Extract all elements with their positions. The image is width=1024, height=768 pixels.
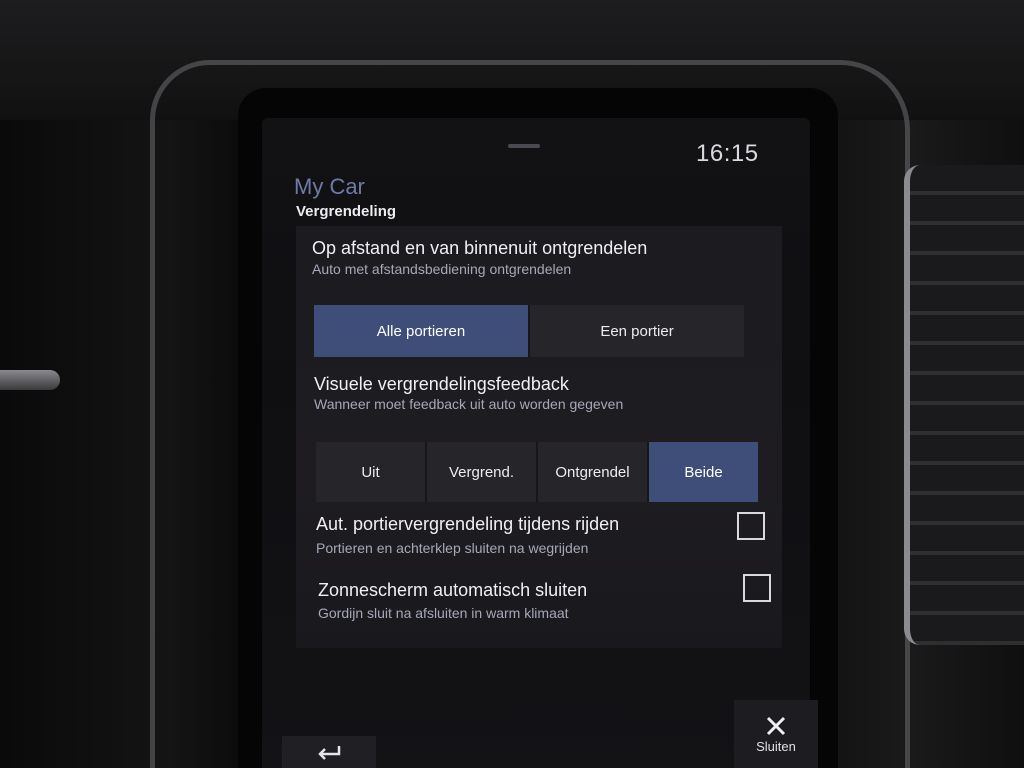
option-one-door[interactable]: Een portier xyxy=(530,305,744,357)
sunshade-checkbox[interactable] xyxy=(743,574,771,602)
auto-lock-title: Aut. portiervergrendeling tijdens rijden xyxy=(316,514,620,534)
sunshade-subtitle: Gordijn sluit na afsluiten in warm klima… xyxy=(318,605,569,621)
close-label: Sluiten xyxy=(756,738,796,754)
close-x-icon xyxy=(766,716,786,735)
visual-feedback-selector: Uit Vergrend. Ontgrendel Beide xyxy=(316,442,758,502)
auto-lock-checkbox[interactable] xyxy=(737,512,765,540)
section-title: Vergrendeling xyxy=(296,203,397,220)
clock: 16:15 xyxy=(696,140,759,167)
back-arrow-icon xyxy=(318,746,341,760)
option-all-doors[interactable]: Alle portieren xyxy=(314,305,530,357)
left-air-vent xyxy=(0,370,60,390)
remote-unlock-title: Op afstand en van binnenuit ontgrendelen xyxy=(312,238,648,258)
pull-down-handle[interactable] xyxy=(508,144,540,148)
visual-feedback-title: Visuele vergrendelingsfeedback xyxy=(314,374,569,394)
back-button[interactable] xyxy=(282,736,376,768)
option-off[interactable]: Uit xyxy=(316,442,427,502)
remote-unlock-selector: Alle portieren Een portier xyxy=(314,305,744,357)
sunshade-title: Zonnescherm automatisch sluiten xyxy=(318,580,588,600)
auto-lock-subtitle: Portieren en achterklep sluiten na wegri… xyxy=(316,540,589,556)
option-unlock[interactable]: Ontgrendel xyxy=(538,442,649,502)
right-air-vent xyxy=(904,165,1024,645)
visual-feedback-subtitle: Wanneer moet feedback uit auto worden ge… xyxy=(314,396,624,412)
remote-unlock-subtitle: Auto met afstandsbediening ontgrendelen xyxy=(312,261,572,277)
close-button[interactable]: Sluiten xyxy=(734,700,818,768)
app-title: My Car xyxy=(294,174,365,199)
option-lock[interactable]: Vergrend. xyxy=(427,442,538,502)
option-both[interactable]: Beide xyxy=(649,442,758,502)
